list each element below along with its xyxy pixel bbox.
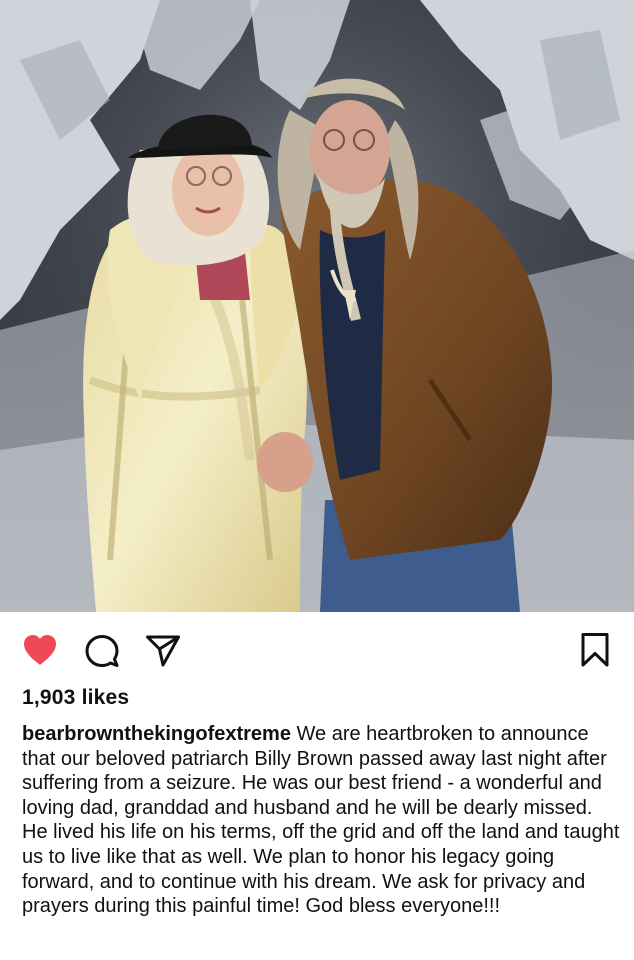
likes-count[interactable]: 1,903 likes [22, 686, 129, 710]
comment-icon[interactable] [85, 634, 119, 673]
post-caption: bearbrownthekingofextreme We are heartbr… [22, 722, 622, 919]
post-actions-bar [0, 612, 634, 684]
photo-illustration [0, 0, 634, 612]
heart-filled-icon[interactable] [22, 634, 58, 671]
caption-username[interactable]: bearbrownthekingofextreme [22, 723, 291, 745]
post-photo[interactable] [0, 0, 634, 612]
share-icon[interactable] [145, 634, 181, 673]
bookmark-icon[interactable] [580, 632, 610, 673]
caption-text: We are heartbroken to announce that our … [22, 723, 620, 918]
